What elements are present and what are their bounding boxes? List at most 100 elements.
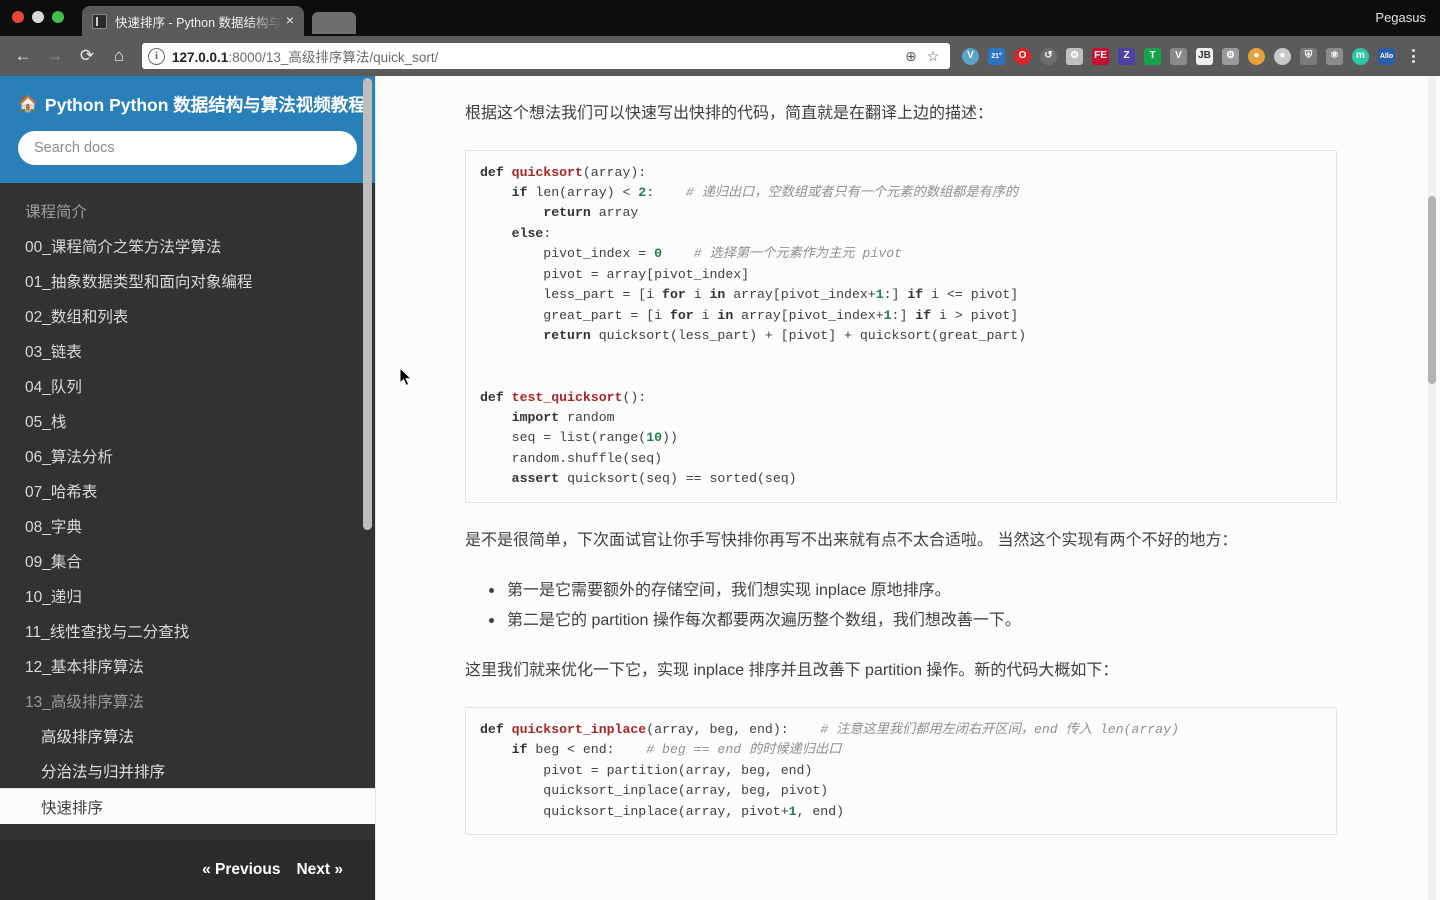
zoom-icon[interactable]: ⊕ [900, 45, 922, 67]
circle-extension-icon[interactable]: ● [1270, 43, 1295, 69]
momentum-icon[interactable]: m [1348, 43, 1373, 69]
sidebar-nav-list: 课程简介 00_课程简介之笨方法学算法 01_抽象数据类型和面向对象编程 02_数组和… [0, 183, 375, 824]
zotero-icon[interactable]: Z [1114, 43, 1139, 69]
sidebar-item-6[interactable]: 05_栈 [0, 403, 375, 438]
new-tab-button[interactable] [312, 12, 356, 34]
search-input[interactable] [18, 131, 357, 165]
code-token: if [511, 184, 536, 200]
jetbrains-toolbox-icon[interactable]: JB [1192, 43, 1217, 69]
code-token: assert [511, 471, 568, 487]
code-token: if [907, 287, 932, 303]
code-token: import [511, 409, 568, 425]
sidebar-item-10[interactable]: 09_集合 [0, 543, 375, 578]
paragraph-optimize: 这里我们就来优化一下它，实现 inplace 排序并且改善下 partition… [465, 662, 1119, 680]
sidebar-scrollbar[interactable] [363, 78, 372, 530]
page-body: 🏠 Python Python 数据结构与算法视频教程 课程简介00_课程简介之… [0, 76, 1440, 900]
content-scrollbar-thumb[interactable] [1428, 196, 1436, 384]
code-token: )) [662, 430, 678, 446]
sidebar-item-0[interactable]: 课程简介 [0, 193, 375, 228]
weather-icon-glyph: 21° [988, 47, 1005, 65]
code-token: for [669, 307, 702, 323]
gear-extension-icon[interactable]: ⚙ [1062, 43, 1087, 69]
grammarly-icon[interactable]: T [1140, 43, 1165, 69]
vimium-icon[interactable]: V [958, 43, 983, 69]
sidebar-item-9[interactable]: 08_字典 [0, 508, 375, 543]
feedly-icon[interactable]: FE [1088, 43, 1113, 69]
reload-icon[interactable]: ⟳ [72, 41, 102, 71]
code-block-2-text: def quicksort_inplace(array, beg, end): … [480, 720, 1322, 822]
sidebar-item-11[interactable]: 10_递归 [0, 578, 375, 613]
grammarly-icon-glyph: T [1144, 47, 1161, 65]
sidebar-item-13[interactable]: 12_基本排序算法 [0, 648, 375, 683]
cookie-icon[interactable]: ● [1244, 43, 1269, 69]
sidebar-item-4[interactable]: 03_链表 [0, 333, 375, 368]
code-token: i [693, 287, 710, 303]
sidebar-item-8[interactable]: 07_哈希表 [0, 473, 375, 508]
minimize-window-button[interactable] [32, 11, 44, 23]
weather-icon[interactable]: 21° [984, 43, 1009, 69]
code-token: test_quicksort [511, 389, 623, 405]
code-token: quicksort_inplace(array, pivot+ [480, 803, 789, 819]
code-token: (): [622, 389, 647, 405]
bookmark-star-icon[interactable]: ☆ [922, 45, 944, 67]
code-token: array [598, 205, 639, 221]
code-token: quicksort(seq) == sorted(seq) [567, 471, 797, 487]
tab-title: 快速排序 - Python 数据结构与算法视频教程 [115, 15, 282, 30]
back-icon[interactable]: ← [8, 41, 38, 71]
sidebar-item-12[interactable]: 11_线性查找与二分查找 [0, 613, 375, 648]
favicon-icon [92, 13, 107, 29]
sidebar-item-17[interactable]: 快速排序 [0, 788, 375, 824]
site-brand[interactable]: 🏠 Python Python 数据结构与算法视频教程 [18, 92, 366, 117]
sidebar-item-7[interactable]: 06_算法分析 [0, 438, 375, 473]
code-token: def [480, 389, 512, 405]
settings-extension-icon[interactable]: ⚙ [1218, 43, 1243, 69]
shield-extension-icon[interactable]: ⛨ [1296, 43, 1321, 69]
code-token: :] [891, 307, 916, 323]
sidebar-footer-nav: « Previous Next » [0, 840, 375, 900]
extensions-strip: V 21° O ↺ ⚙ FE Z T V JB ⚙ ● ● ⛨ ⚛ m Allo [958, 43, 1399, 69]
close-window-button[interactable] [12, 11, 24, 23]
code-token: else [511, 225, 544, 241]
code-token: pivot = partition(array, beg, end) [480, 762, 813, 778]
chrome-menu-icon[interactable] [1401, 41, 1425, 71]
code-token: i > pivot] [939, 307, 1019, 323]
close-icon[interactable]: × [282, 13, 298, 29]
brand-label: Python Python 数据结构与算法视频教程 [44, 95, 366, 115]
code-token: array[pivot_index+ [733, 287, 876, 303]
browser-toolbar: ← → ⟳ ⌂ i 127.0.0.1:8000/13_高级排序算法/quick… [0, 36, 1440, 76]
code-block-quicksort: def quicksort(array): if len(array) < 2:… [465, 149, 1337, 503]
next-link[interactable]: Next » [296, 861, 343, 879]
forward-icon[interactable]: → [40, 41, 70, 71]
code-token: quicksort_inplace [511, 721, 647, 737]
browser-tab-active[interactable]: 快速排序 - Python 数据结构与算法视频教程 × [82, 6, 304, 36]
sidebar-item-3[interactable]: 02_数组和列表 [0, 298, 375, 333]
maximize-window-button[interactable] [52, 11, 64, 23]
sidebar-item-15[interactable]: 高级排序算法 [0, 718, 375, 753]
allo-icon[interactable]: Allo [1374, 43, 1399, 69]
sidebar-item-1[interactable]: 00_课程简介之笨方法学算法 [0, 228, 375, 263]
site-info-icon[interactable]: i [148, 47, 165, 65]
code-token: quicksort_inplace(array, beg, pivot) [480, 783, 829, 799]
previous-link[interactable]: « Previous [202, 861, 280, 879]
code-token: : [543, 225, 552, 241]
sidebar-item-14[interactable]: 13_高级排序算法 [0, 683, 375, 718]
cookie-icon-glyph: ● [1248, 47, 1265, 65]
window-traffic-lights [12, 11, 64, 23]
address-bar[interactable]: i 127.0.0.1:8000/13_高级排序算法/quick_sort/ ⊕… [142, 43, 950, 69]
home-icon[interactable]: ⌂ [104, 41, 134, 71]
sidebar-item-16[interactable]: 分治法与归并排序 [0, 753, 375, 788]
sidebar-item-5[interactable]: 04_队列 [0, 368, 375, 403]
vue-devtools-icon[interactable]: V [1166, 43, 1191, 69]
refresh-extension-icon[interactable]: ↺ [1036, 43, 1061, 69]
sidebar-item-2[interactable]: 01_抽象数据类型和面向对象编程 [0, 263, 375, 298]
home-icon: 🏠 [18, 95, 38, 113]
list-item: 第一是它需要额外的存储空间，我们想实现 inplace 原地排序。 [487, 576, 1336, 606]
opera-icon[interactable]: O [1010, 43, 1035, 69]
paragraph-drawbacks: 是不是很简单，下次面试官让你手写快排你再写不出来就有点不太合适啦。 当然这个实现… [465, 531, 1238, 549]
profile-name[interactable]: Pegasus [1375, 10, 1426, 25]
react-devtools-icon[interactable]: ⚛ [1322, 43, 1347, 69]
